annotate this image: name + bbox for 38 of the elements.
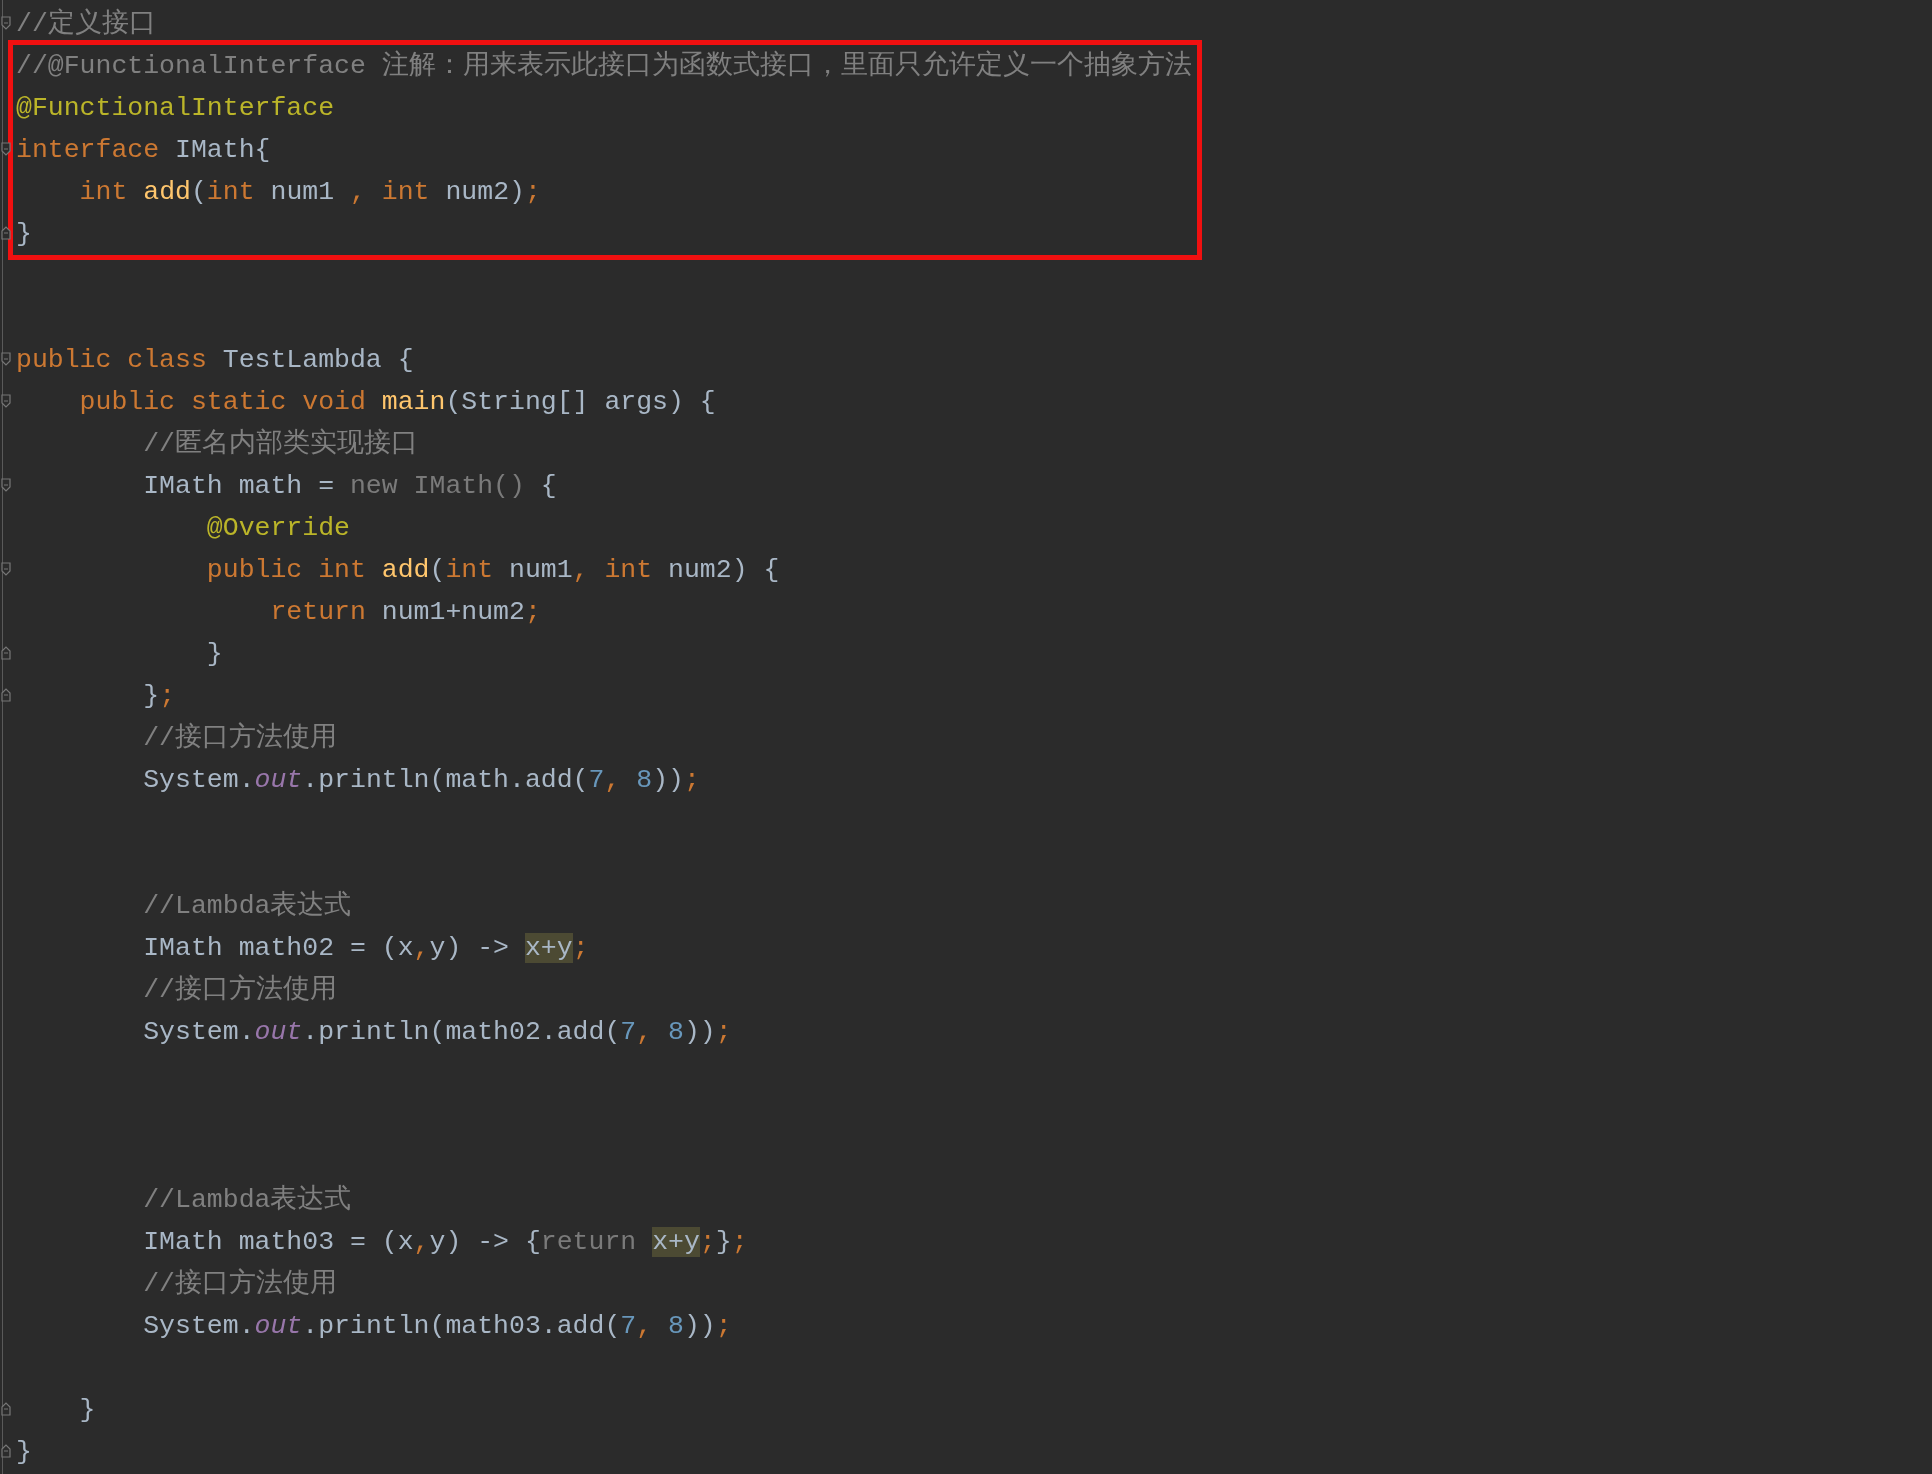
code-line: @FunctionalInterface (16, 93, 335, 123)
fold-icon[interactable] (1, 562, 12, 577)
code-comment: //@FunctionalInterface 注解：用来表示此接口为函数式接口，里面只允许定义一个抽象方法 (16, 51, 1192, 81)
unfold-icon[interactable] (1, 226, 12, 241)
code-line: } (16, 219, 32, 249)
code-line: public static void main(String[] args) { (78, 387, 716, 417)
code-line: int add(int num1 , int num2); (78, 177, 541, 207)
unfold-icon[interactable] (1, 688, 12, 703)
code-line: System.out.println(math03.add(7, 8)); (142, 1311, 732, 1341)
fold-icon[interactable] (1, 352, 12, 367)
code-comment: //接口方法使用 (142, 1269, 338, 1299)
code-line: public int add(int num1, int num2) { (205, 555, 780, 585)
code-line: IMath math02 = (x,y) -> x+y; (142, 933, 589, 963)
fold-icon[interactable] (1, 394, 12, 409)
code-comment: //接口方法使用 (142, 975, 338, 1005)
code-comment: //Lambda表达式 (142, 891, 352, 921)
unfold-icon[interactable] (1, 646, 12, 661)
code-line: @Override (205, 513, 350, 543)
code-line: IMath math03 = (x,y) -> {return x+y;}; (142, 1227, 748, 1257)
unfold-icon[interactable] (1, 1444, 12, 1459)
fold-icon[interactable] (1, 16, 12, 31)
code-line: System.out.println(math.add(7, 8)); (142, 765, 700, 795)
code-line: IMath math = new IMath() { (142, 471, 557, 501)
code-line: System.out.println(math02.add(7, 8)); (142, 1017, 732, 1047)
code-line: interface IMath{ (16, 135, 271, 165)
fold-icon[interactable] (1, 478, 12, 493)
code-line: return num1+num2; (269, 597, 541, 627)
code-comment: //接口方法使用 (142, 723, 338, 753)
code-line: } (205, 639, 223, 669)
code-line: }; (142, 681, 176, 711)
code-line: public class TestLambda { (16, 345, 414, 375)
code-comment: //定义接口 (16, 9, 156, 39)
code-comment: //Lambda表达式 (142, 1185, 352, 1215)
unfold-icon[interactable] (1, 1402, 12, 1417)
code-line: } (78, 1395, 96, 1425)
code-comment: //匿名内部类实现接口 (142, 429, 419, 459)
fold-icon[interactable] (1, 142, 12, 157)
code-line: } (16, 1437, 32, 1467)
